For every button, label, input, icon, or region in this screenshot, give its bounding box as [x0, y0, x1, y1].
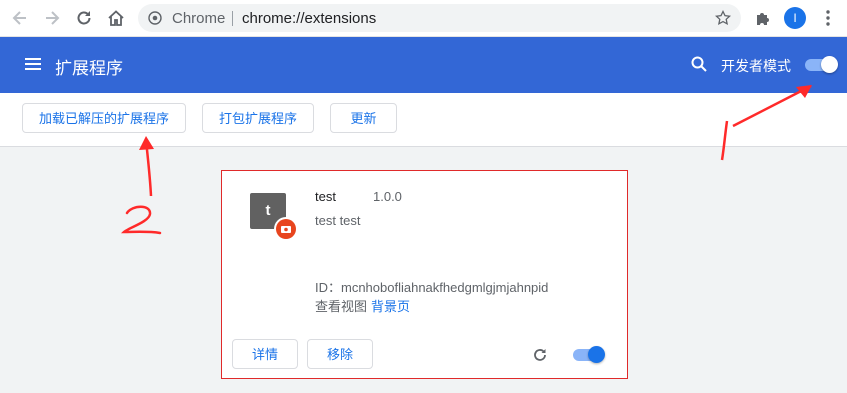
- developer-mode-label: 开发者模式: [721, 58, 791, 74]
- hamburger-menu-icon[interactable]: [24, 55, 42, 73]
- developer-mode-toggle[interactable]: [805, 56, 839, 73]
- page-title: 扩展程序: [55, 59, 123, 78]
- badge-icon: [281, 226, 291, 233]
- details-button[interactable]: 详情: [232, 339, 298, 369]
- omnibox-chip: Chrome: [172, 10, 226, 27]
- extension-version: 1.0.0: [373, 189, 402, 204]
- developer-action-bar: 加载已解压的扩展程序 打包扩展程序 更新: [0, 93, 847, 147]
- extension-enable-toggle[interactable]: [573, 346, 607, 363]
- pack-extension-button[interactable]: 打包扩展程序: [202, 103, 314, 133]
- toggle-knob: [588, 346, 605, 363]
- remove-button[interactable]: 移除: [307, 339, 373, 369]
- extensions-puzzle-icon[interactable]: [753, 8, 773, 28]
- reload-icon[interactable]: [74, 8, 94, 28]
- update-button[interactable]: 更新: [330, 103, 397, 133]
- inspect-views: 查看视图 背景页: [315, 296, 410, 315]
- kebab-menu-icon[interactable]: [818, 8, 838, 28]
- load-unpacked-button[interactable]: 加载已解压的扩展程序: [22, 103, 186, 133]
- annotation-arrow-2: [144, 139, 153, 197]
- toggle-knob: [821, 56, 838, 73]
- browser-toolbar: Chrome chrome://extensions I: [0, 0, 847, 37]
- extension-description: test test: [315, 213, 361, 228]
- extensions-header: 扩展程序 开发者模式: [0, 37, 847, 93]
- bookmark-star-icon[interactable]: [715, 10, 731, 26]
- omnibox-separator: [232, 11, 233, 26]
- back-arrow-icon[interactable]: [10, 8, 30, 28]
- reload-extension-icon[interactable]: [532, 347, 548, 363]
- url-text[interactable]: chrome://extensions: [242, 10, 376, 27]
- extension-id: ID：mcnhobofliahnakfhedgmlgjmjahnpid: [315, 280, 549, 295]
- unpacked-badge: [274, 217, 298, 241]
- home-icon[interactable]: [106, 8, 126, 28]
- extension-name: test: [315, 189, 336, 204]
- chrome-logo-icon: [148, 11, 162, 25]
- profile-avatar[interactable]: I: [784, 7, 806, 29]
- address-bar[interactable]: Chrome chrome://extensions: [138, 4, 741, 32]
- background-page-link[interactable]: 背景页: [371, 299, 410, 314]
- search-icon[interactable]: [690, 55, 708, 73]
- forward-arrow-icon[interactable]: [42, 8, 62, 28]
- annotation-stroke-2: [120, 205, 162, 235]
- extension-card: t test 1.0.0 test test ID：mcnhobofliahna…: [221, 170, 628, 379]
- inspect-views-label: 查看视图: [315, 299, 368, 314]
